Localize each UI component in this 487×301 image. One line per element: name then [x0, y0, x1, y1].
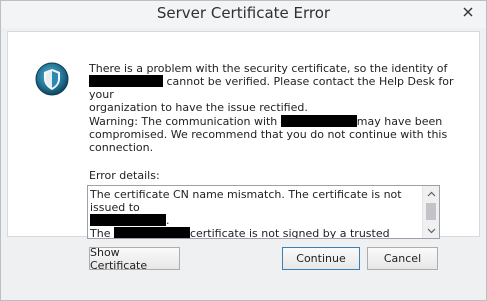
title-bar[interactable]: Server Certificate Error — [1, 1, 486, 28]
redacted-host — [113, 227, 190, 238]
details-scrollbar[interactable] — [422, 186, 439, 238]
cancel-button[interactable]: Cancel — [367, 247, 438, 270]
message-line-1: There is a problem with the security cer… — [89, 62, 448, 75]
details-line-2-text: . — [166, 214, 170, 227]
warning-suffix: may have been — [356, 115, 443, 128]
close-icon — [463, 7, 473, 16]
message-line-3: organization to have the issue rectified… — [89, 101, 308, 114]
error-message: There is a problem with the security cer… — [89, 62, 459, 114]
redacted-host — [280, 115, 357, 127]
details-line-3-prefix: The — [90, 227, 114, 239]
chevron-up-icon — [427, 191, 436, 196]
warning-message: Warning: The communication with may have… — [89, 115, 459, 154]
details-line-2: . — [90, 214, 416, 227]
redacted-host — [90, 214, 166, 226]
show-certificate-button[interactable]: Show Certificate — [89, 246, 180, 272]
error-details-label: Error details: — [89, 169, 160, 182]
chevron-down-icon — [427, 228, 436, 233]
warning-line-1: Warning: The communication with may have… — [89, 115, 459, 128]
redacted-host — [89, 75, 163, 87]
warning-prefix: Warning: The communication with — [89, 115, 281, 128]
dialog-title: Server Certificate Error — [156, 4, 331, 22]
shield-icon — [35, 62, 69, 96]
scroll-thumb[interactable] — [426, 203, 436, 220]
details-line-1: The certificate CN name mismatch. The ce… — [90, 188, 402, 214]
message-line-2: cannot be verified. Please contact the H… — [89, 75, 459, 101]
scroll-up-button[interactable] — [423, 186, 439, 201]
scroll-down-button[interactable] — [423, 223, 439, 238]
details-line-3: The certificate is not signed by a trust… — [90, 227, 416, 239]
warning-line-2: compromised. We recommend that you do no… — [89, 128, 448, 141]
close-button[interactable] — [454, 2, 482, 21]
error-details-box[interactable]: The certificate CN name mismatch. The ce… — [87, 185, 440, 239]
server-certificate-error-dialog: Server Certificate Error There is a prob… — [0, 0, 487, 301]
warning-line-3: connection. — [89, 141, 154, 154]
continue-button[interactable]: Continue — [282, 247, 360, 270]
error-details-text[interactable]: The certificate CN name mismatch. The ce… — [90, 188, 416, 239]
